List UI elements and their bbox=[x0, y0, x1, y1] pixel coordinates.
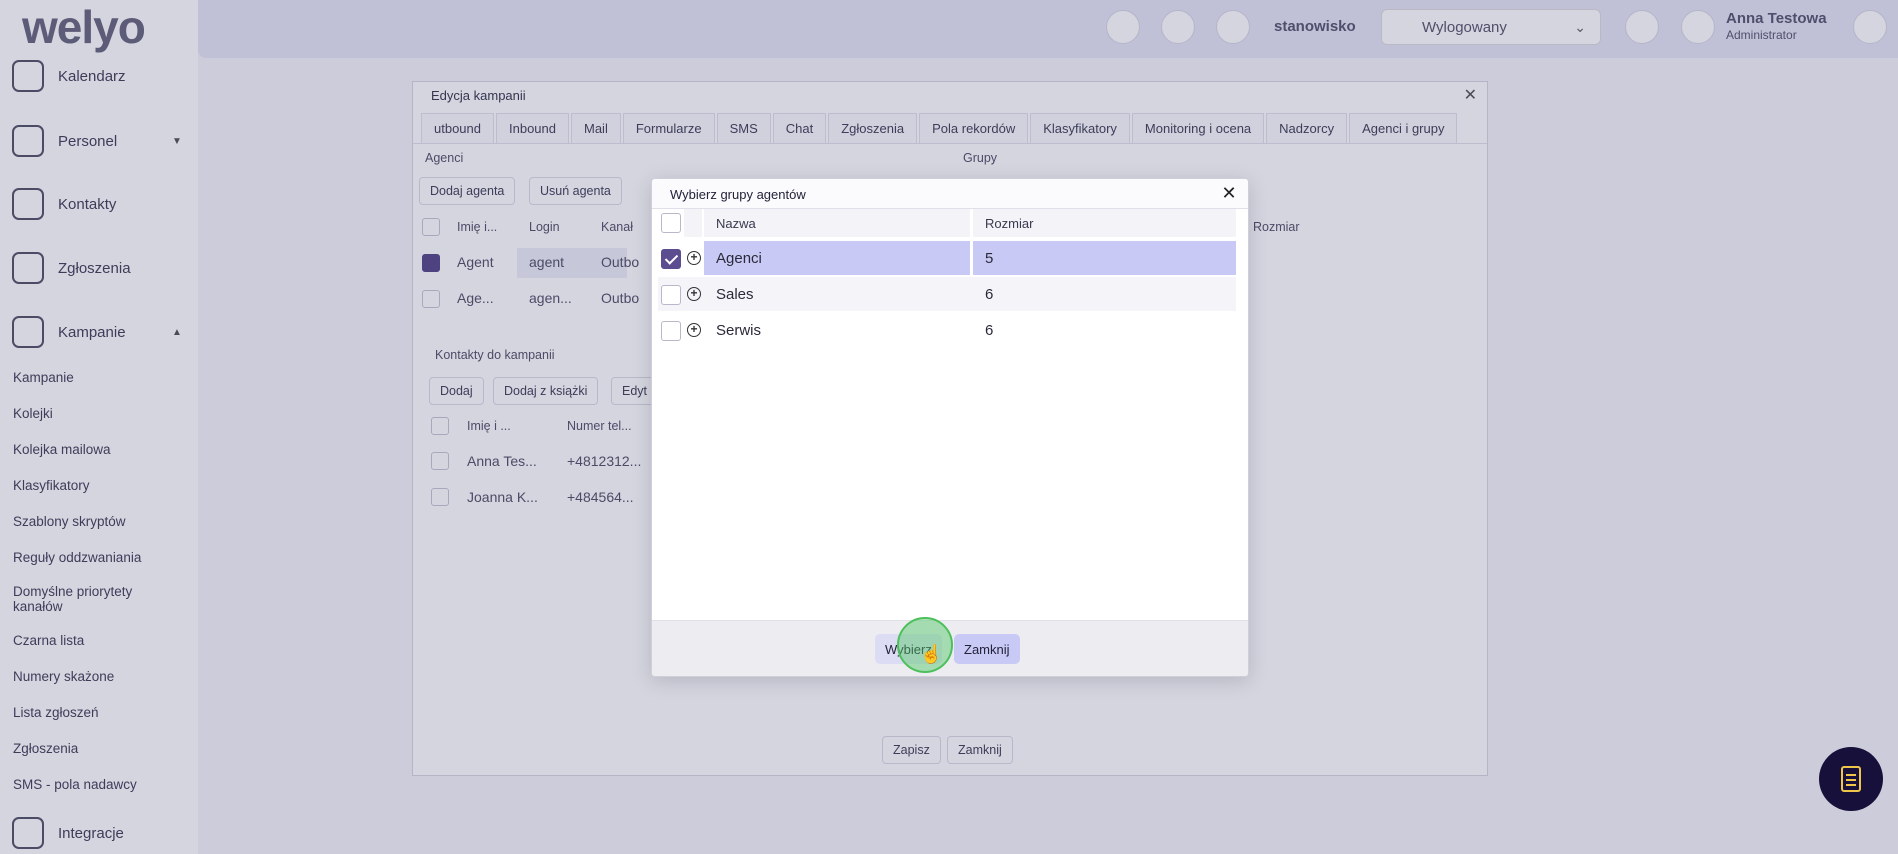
expand-icon[interactable]: + bbox=[687, 287, 701, 301]
table-row[interactable]: + Serwis 6 bbox=[658, 313, 1236, 347]
row-checkbox[interactable] bbox=[661, 285, 681, 305]
help-docs-button[interactable] bbox=[1819, 747, 1883, 811]
group-size: 5 bbox=[973, 241, 1236, 275]
select-all-checkbox[interactable] bbox=[661, 213, 681, 233]
expand-column-header bbox=[684, 209, 702, 237]
group-size: 6 bbox=[985, 321, 994, 339]
select-agent-groups-dialog: Wybierz grupy agentów ✕ Nazwa Rozmiar + … bbox=[651, 178, 1249, 677]
expand-icon[interactable]: + bbox=[687, 323, 701, 337]
table-header: Nazwa Rozmiar bbox=[658, 209, 1236, 243]
select-button[interactable]: Wybierz bbox=[875, 634, 942, 664]
group-name: Sales bbox=[716, 285, 754, 303]
expand-icon[interactable]: + bbox=[687, 251, 701, 265]
group-name: Agenci bbox=[704, 241, 970, 275]
row-checkbox[interactable] bbox=[661, 321, 681, 341]
close-button[interactable]: Zamknij bbox=[954, 634, 1020, 664]
table-row[interactable]: + Sales 6 bbox=[658, 277, 1236, 311]
column-header-name[interactable]: Nazwa bbox=[704, 209, 970, 237]
close-icon[interactable]: ✕ bbox=[1218, 182, 1240, 204]
group-size: 6 bbox=[985, 285, 994, 303]
dialog-header: Wybierz grupy agentów ✕ bbox=[652, 179, 1248, 209]
group-name: Serwis bbox=[716, 321, 762, 339]
row-checkbox[interactable] bbox=[661, 249, 681, 269]
dialog-title: Wybierz grupy agentów bbox=[670, 187, 806, 202]
table-row[interactable]: + Agenci 5 bbox=[658, 241, 1236, 275]
document-icon bbox=[1841, 766, 1861, 792]
dialog-footer: Wybierz Zamknij ☝ bbox=[652, 617, 1248, 676]
column-header-size[interactable]: Rozmiar bbox=[973, 209, 1236, 237]
